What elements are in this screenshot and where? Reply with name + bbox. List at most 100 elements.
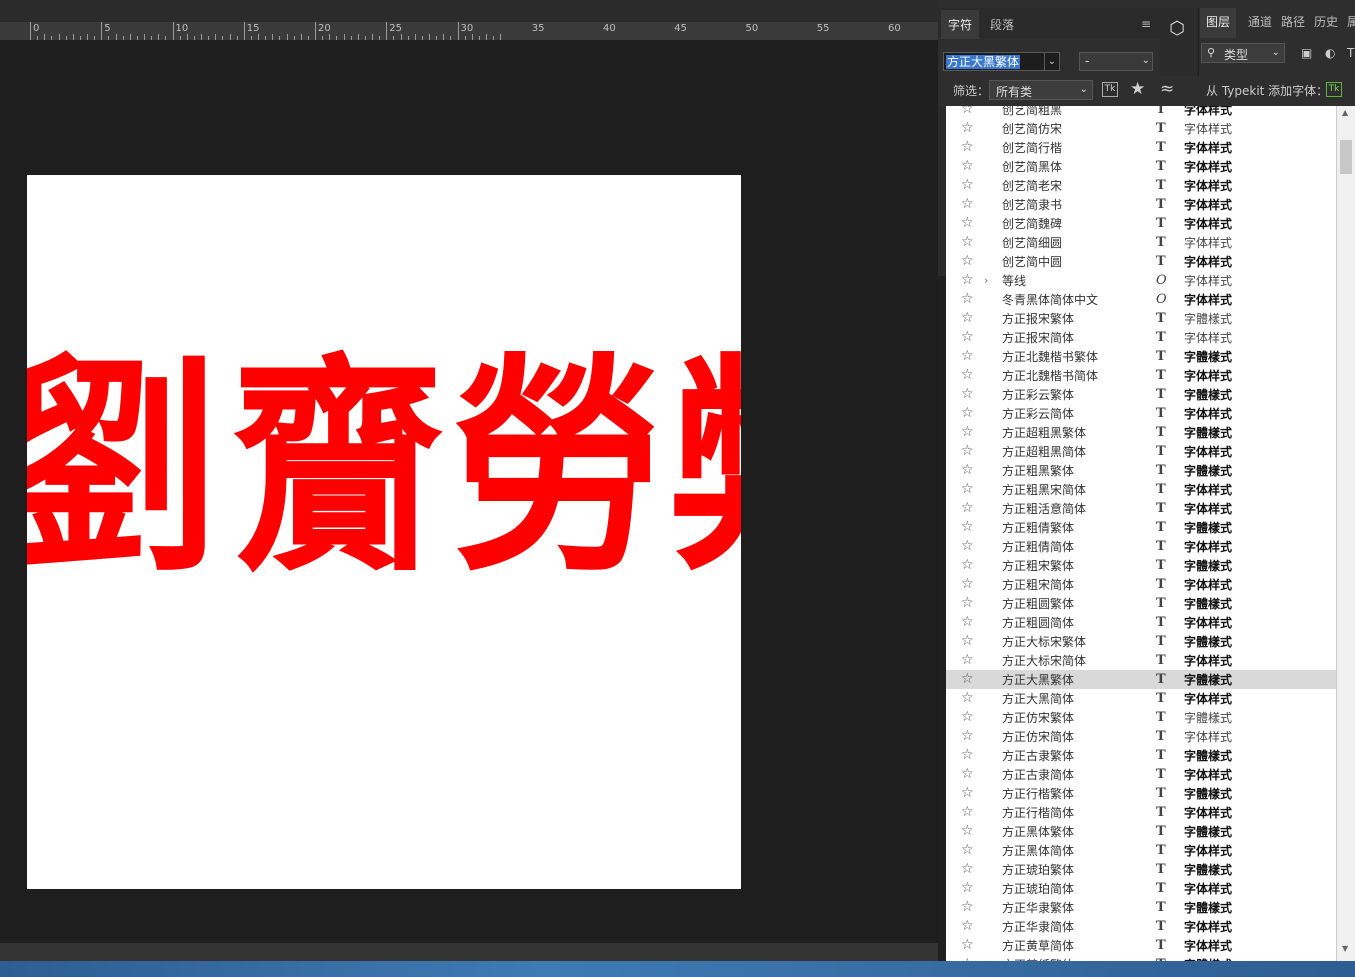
font-list-item[interactable]: ☆ 方正行楷繁体 T 字體樣式	[946, 784, 1336, 803]
favorite-star-icon[interactable]: ☆	[961, 291, 974, 308]
font-list-item[interactable]: ☆ 创艺简魏碑 T 字体样式	[946, 214, 1336, 233]
layer-filter-type-select[interactable]: ⚲ 类型 ⌄	[1201, 43, 1285, 63]
font-list-item[interactable]: ☆ 方正粗活意简体 T 字体样式	[946, 499, 1336, 518]
similar-fonts-icon[interactable]: ≈	[1160, 79, 1174, 99]
favorite-star-icon[interactable]: ☆	[961, 842, 974, 859]
font-list-item[interactable]: ☆ 方正粗宋繁体 T 字體樣式	[946, 556, 1336, 575]
favorite-star-icon[interactable]: ☆	[961, 652, 974, 669]
font-list-item[interactable]: ☆ 方正北魏楷书繁体 T 字體樣式	[946, 347, 1336, 366]
favorite-star-icon[interactable]: ☆	[961, 766, 974, 783]
font-list-item[interactable]: ☆ 方正大标宋繁体 T 字體樣式	[946, 632, 1336, 651]
favorite-star-icon[interactable]: ☆	[961, 158, 974, 175]
favorite-star-icon[interactable]: ☆	[961, 367, 974, 384]
favorite-star-icon[interactable]: ☆	[961, 120, 974, 137]
favorite-star-icon[interactable]: ☆	[961, 747, 974, 764]
favorite-star-icon[interactable]: ☆	[961, 937, 974, 954]
font-list-item[interactable]: ☆ 方正粗倩繁体 T 字體樣式	[946, 518, 1336, 537]
font-list-item[interactable]: ☆ 方正彩云繁体 T 字體樣式	[946, 385, 1336, 404]
tab-paragraph[interactable]: 段落	[990, 16, 1014, 33]
tab-layers[interactable]: 图层	[1200, 8, 1237, 38]
favorite-star-icon[interactable]: ☆	[961, 253, 974, 270]
typekit-filter-button[interactable]: Tk	[1102, 82, 1118, 97]
favorite-star-icon[interactable]: ☆	[961, 899, 974, 916]
font-list-item[interactable]: ☆ 方正古隶简体 T 字体样式	[946, 765, 1336, 784]
font-list-item[interactable]: ☆ 方正黑体繁体 T 字體樣式	[946, 822, 1336, 841]
scroll-down-icon[interactable]: ▼	[1342, 944, 1348, 953]
font-family-input[interactable]: 方正大黑繁体 ⌄	[943, 52, 1060, 71]
font-list-item[interactable]: ☆ 方正大标宋简体 T 字体样式	[946, 651, 1336, 670]
font-list-item[interactable]: ☆ 创艺简粗黑 T 字体样式	[946, 106, 1336, 119]
font-list-item[interactable]: ☆ 方正仿宋繁体 T 字體樣式	[946, 708, 1336, 727]
favorite-star-icon[interactable]: ☆	[961, 728, 974, 745]
favorite-star-icon[interactable]: ☆	[961, 861, 974, 878]
favorite-star-icon[interactable]: ☆	[961, 234, 974, 251]
tab-channels[interactable]: 通道	[1248, 13, 1272, 30]
type-filter-icon[interactable]: T	[1347, 46, 1354, 60]
font-list-item[interactable]: ☆ 方正黄草简体 T 字体样式	[946, 936, 1336, 955]
favorite-star-icon[interactable]: ☆	[961, 671, 974, 688]
document-canvas[interactable]: 劉 齎 勞 弊	[27, 175, 741, 889]
favorite-star-icon[interactable]: ☆	[961, 918, 974, 935]
font-list-item[interactable]: ☆ 方正粗圆简体 T 字体样式	[946, 613, 1336, 632]
favorite-star-icon[interactable]: ☆	[961, 538, 974, 555]
favorites-star-icon[interactable]: ★	[1130, 79, 1145, 99]
font-list-item[interactable]: ☆ 方正琥珀简体 T 字体样式	[946, 879, 1336, 898]
tab-character[interactable]: 字符	[941, 10, 980, 39]
favorite-star-icon[interactable]: ☆	[961, 500, 974, 517]
favorite-star-icon[interactable]: ☆	[961, 139, 974, 156]
font-list-item[interactable]: ☆ 创艺简行楷 T 字体样式	[946, 138, 1336, 157]
favorite-star-icon[interactable]: ☆	[961, 310, 974, 327]
favorite-star-icon[interactable]: ☆	[961, 880, 974, 897]
expand-chevron-icon[interactable]: ›	[984, 272, 988, 289]
3d-cube-icon[interactable]: ⬡	[1166, 18, 1188, 40]
favorite-star-icon[interactable]: ☆	[961, 576, 974, 593]
favorite-star-icon[interactable]: ☆	[961, 329, 974, 346]
font-list-item[interactable]: ☆ 方正古隶繁体 T 字體樣式	[946, 746, 1336, 765]
favorite-star-icon[interactable]: ☆	[961, 462, 974, 479]
typekit-add-button[interactable]: Tk	[1326, 82, 1342, 97]
image-filter-icon[interactable]: ▣	[1301, 46, 1312, 60]
horizontal-ruler[interactable]: 0 5 10 15 20 25 30 35 40 45 50 55 60	[0, 22, 938, 41]
font-list-item[interactable]: ☆ 创艺简隶书 T 字体样式	[946, 195, 1336, 214]
favorite-star-icon[interactable]: ☆	[961, 405, 974, 422]
favorite-star-icon[interactable]: ☆	[961, 614, 974, 631]
favorite-star-icon[interactable]: ☆	[961, 215, 974, 232]
font-list-item[interactable]: ☆ 方正粗宋简体 T 字体样式	[946, 575, 1336, 594]
tab-paths[interactable]: 路径	[1281, 13, 1305, 30]
chevron-down-icon[interactable]: ⌄	[1044, 53, 1059, 70]
font-list-item[interactable]: ☆ 方正琥珀繁体 T 字體樣式	[946, 860, 1336, 879]
horizontal-scrollbar[interactable]	[0, 943, 938, 961]
panel-menu-icon[interactable]: ≡	[1141, 17, 1151, 31]
font-list-item[interactable]: ☆ 方正报宋简体 T 字体样式	[946, 328, 1336, 347]
favorite-star-icon[interactable]: ☆	[961, 424, 974, 441]
scroll-up-icon[interactable]: ▲	[1342, 108, 1348, 117]
favorite-star-icon[interactable]: ☆	[961, 481, 974, 498]
font-style-select[interactable]: - ⌄	[1079, 52, 1153, 71]
favorite-star-icon[interactable]: ☆	[961, 690, 974, 707]
favorite-star-icon[interactable]: ☆	[961, 177, 974, 194]
favorite-star-icon[interactable]: ☆	[961, 519, 974, 536]
font-list-item[interactable]: ☆ 创艺简中圆 T 字体样式	[946, 252, 1336, 271]
tab-history[interactable]: 历史	[1314, 13, 1338, 30]
font-list-item[interactable]: ☆ 方正仿宋简体 T 字体样式	[946, 727, 1336, 746]
font-list-item[interactable]: ☆ 方正粗倩简体 T 字体样式	[946, 537, 1336, 556]
tab-properties[interactable]: 属	[1347, 13, 1355, 30]
font-list-item[interactable]: ☆ 方正大黑繁体 T 字體樣式	[946, 670, 1336, 689]
font-list[interactable]: ☆ 创艺简粗黑 T 字体样式 ☆ 创艺简仿宋 T 字体样式 ☆ 创艺简行楷 T 字体样式 ☆ 创艺简黑体 T…	[946, 106, 1336, 961]
font-list-item[interactable]: ☆ 方正大黑简体 T 字体样式	[946, 689, 1336, 708]
font-list-item[interactable]: ☆ 冬青黑体简体中文 O 字体样式	[946, 290, 1336, 309]
font-list-item[interactable]: ☆ 创艺简仿宋 T 字体样式	[946, 119, 1336, 138]
favorite-star-icon[interactable]: ☆	[961, 709, 974, 726]
favorite-star-icon[interactable]: ☆	[961, 386, 974, 403]
scrollbar-thumb[interactable]	[1340, 140, 1352, 174]
font-list-item[interactable]: ☆ 方正华隶繁体 T 字體樣式	[946, 898, 1336, 917]
font-list-item[interactable]: ☆ 方正粗圆繁体 T 字體樣式	[946, 594, 1336, 613]
font-list-item[interactable]: ☆ 方正超粗黑简体 T 字体样式	[946, 442, 1336, 461]
font-list-item[interactable]: ☆ 方正报宋繁体 T 字體樣式	[946, 309, 1336, 328]
font-list-item[interactable]: ☆ 创艺简黑体 T 字体样式	[946, 157, 1336, 176]
font-list-item[interactable]: ☆ 方正华隶简体 T 字体样式	[946, 917, 1336, 936]
font-list-item[interactable]: ☆ › 等线 O 字体样式	[946, 271, 1336, 290]
adjustment-filter-icon[interactable]: ◐	[1325, 46, 1335, 60]
favorite-star-icon[interactable]: ☆	[961, 557, 974, 574]
font-list-item[interactable]: ☆ 方正行楷简体 T 字体样式	[946, 803, 1336, 822]
